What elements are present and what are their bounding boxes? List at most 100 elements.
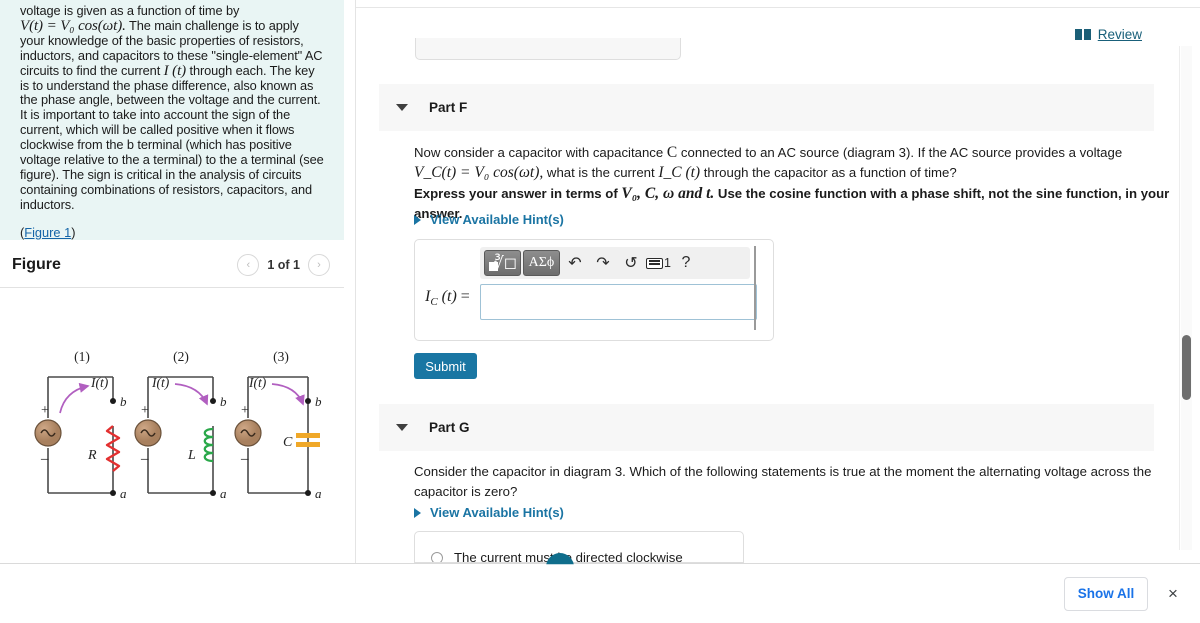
diagram-2-minus: – (140, 451, 149, 467)
diagram-1-terminal-b-dot (110, 398, 116, 404)
diagram-2-plus: + (141, 403, 149, 418)
part-f-question-mid: what is the current (543, 165, 659, 180)
circuit-diagram-3: (3) + – b a C I(t) (234, 349, 322, 501)
diagram-1-terminal-b: b (120, 394, 127, 409)
figure-prev-button[interactable]: ‹ (237, 254, 260, 276)
bottom-bar: Show All × (0, 563, 1200, 623)
figure-canvas: (1) + – b a R I(t) (2) + – b a L I(t) (3… (0, 289, 344, 563)
part-f-question-pre: Now consider a capacitor with capacitanc… (414, 145, 667, 160)
top-rule (356, 7, 1200, 8)
part-f-answer-container: ∛◻ ΑΣϕ ↶ ↷ ↺ 1 ? IC (t) = (414, 239, 774, 341)
part-f-symbol-ic: I_C (t) (658, 164, 701, 181)
part-f-collapse-caret-icon[interactable] (396, 104, 408, 111)
diagram-3-element-label-C: C (283, 435, 293, 450)
diagram-3-terminal-b: b (315, 394, 322, 409)
figure-navigation: ‹ 1 of 1 › (237, 254, 330, 276)
scrollbar-edge (1179, 46, 1180, 550)
diagram-2-current-arrow (174, 383, 209, 406)
diagram-2-element-label-L: L (187, 448, 196, 463)
circuit-diagram-2: (2) + – b a L I(t) (134, 349, 227, 501)
diagram-2-terminal-b: b (220, 394, 227, 409)
circuit-diagrams-svg: (1) + – b a R I(t) (2) + – b a L I(t) (3… (34, 349, 322, 501)
diagram-1-current-arrow (59, 382, 90, 414)
math-toolbar: ∛◻ ΑΣϕ ↶ ↷ ↺ 1 ? (480, 247, 750, 279)
main-content: Review Part F Now consider a capacitor w… (356, 0, 1200, 563)
diagram-1-plus: + (41, 403, 49, 418)
diagram-2-number: (2) (173, 349, 189, 364)
intro-line-1: voltage is given as a function of time b… (20, 3, 240, 18)
part-g-hint-label: View Available Hint(s) (430, 505, 564, 520)
part-g-collapse-caret-icon[interactable] (396, 424, 408, 431)
diagram-3-terminal-b-dot (305, 398, 311, 404)
part-f-view-hints[interactable]: View Available Hint(s) (414, 212, 564, 227)
submit-button[interactable]: Submit (414, 353, 477, 379)
book-icon (1074, 29, 1091, 40)
diagram-3-current-label: I(t) (248, 375, 267, 390)
review-label: Review (1097, 27, 1142, 42)
diagram-3-terminal-a: a (315, 486, 322, 501)
diagram-1-terminal-a: a (120, 486, 127, 501)
keyboard-icon (646, 257, 663, 269)
part-f-instruction-pre: Express your answer in terms of (414, 186, 622, 201)
diagram-2-current-label: I(t) (151, 375, 170, 390)
math-template-button[interactable]: ∛◻ (484, 250, 521, 276)
choice-item[interactable]: The current must be directed clockwise (415, 532, 743, 562)
part-g-view-hints[interactable]: View Available Hint(s) (414, 505, 564, 520)
part-f-hint-label: View Available Hint(s) (430, 212, 564, 227)
part-f-label: Part F (429, 100, 468, 115)
part-f-question: Now consider a capacitor with capacitanc… (414, 143, 1174, 183)
diagram-1-number: (1) (74, 349, 90, 364)
answer-input[interactable] (480, 284, 757, 320)
review-link[interactable]: Review (1074, 27, 1142, 42)
left-panel: voltage is given as a function of time b… (0, 0, 344, 563)
answer-box-right-handle[interactable] (754, 246, 756, 330)
figure-header: Figure ‹ 1 of 1 › (0, 243, 344, 288)
previous-answer-box-bottom (415, 38, 681, 60)
part-f-question-post: connected to an AC source (diagram 3). I… (677, 145, 1123, 160)
diagram-3-current-arrow (271, 383, 305, 406)
part-g-question: Consider the capacitor in diagram 3. Whi… (414, 464, 1152, 499)
diagram-2-inductor-symbol (203, 427, 214, 463)
diagram-1-minus: – (40, 451, 49, 467)
reset-icon[interactable]: ↺ (618, 250, 644, 276)
figure-link-wrapper: (Figure 1) (20, 225, 326, 240)
keyboard-count: 1 (664, 256, 671, 270)
show-all-button[interactable]: Show All (1064, 576, 1148, 611)
figure-next-button[interactable]: › (308, 254, 330, 276)
chevron-right-icon (414, 507, 421, 518)
help-icon[interactable]: ? (673, 250, 699, 276)
diagram-3-terminal-a-dot (305, 490, 311, 496)
circuit-diagram-1: (1) + – b a R I(t) (34, 349, 127, 501)
part-g-choices: The current must be directed clockwise (414, 531, 744, 563)
diagram-1-terminal-a-dot (110, 490, 116, 496)
app-root: voltage is given as a function of time b… (0, 0, 1200, 623)
scrollbar-track[interactable] (1181, 46, 1192, 550)
undo-icon[interactable]: ↶ (562, 250, 588, 276)
redo-icon[interactable]: ↷ (590, 250, 616, 276)
diagram-2-terminal-b-dot (210, 398, 216, 404)
greek-symbols-button[interactable]: ΑΣϕ (523, 250, 560, 276)
close-icon[interactable]: × (1162, 583, 1184, 605)
radical-icon: ∛◻ (493, 255, 517, 272)
diagram-3-plus: + (241, 403, 249, 418)
figure-1-link[interactable]: Figure 1 (24, 225, 71, 240)
figure-link-close-paren: ) (71, 224, 76, 240)
diagram-1-element-label-R: R (87, 448, 97, 463)
part-f-question-end: through the capacitor as a function of t… (700, 165, 957, 180)
keyboard-button[interactable]: 1 (646, 256, 671, 270)
figure-page-count: 1 of 1 (267, 258, 300, 272)
part-f-instruction-vars: V₀, C, ω and t. (621, 185, 715, 202)
diagram-3-minus: – (240, 451, 249, 467)
diagram-2-terminal-a: a (220, 486, 227, 501)
problem-intro-panel: voltage is given as a function of time b… (0, 0, 344, 240)
chevron-right-icon (414, 214, 421, 225)
diagram-3-number: (3) (273, 349, 289, 364)
scrollbar-thumb[interactable] (1182, 335, 1191, 400)
radio-button-icon[interactable] (431, 551, 443, 562)
intro-equation-it: I (t) (163, 62, 187, 79)
figure-panel-title: Figure (12, 256, 61, 273)
part-f-header[interactable]: Part F (379, 84, 1154, 131)
part-f-symbol-C: C (666, 144, 678, 161)
part-g-label: Part G (429, 420, 470, 435)
part-g-header[interactable]: Part G (379, 404, 1154, 451)
